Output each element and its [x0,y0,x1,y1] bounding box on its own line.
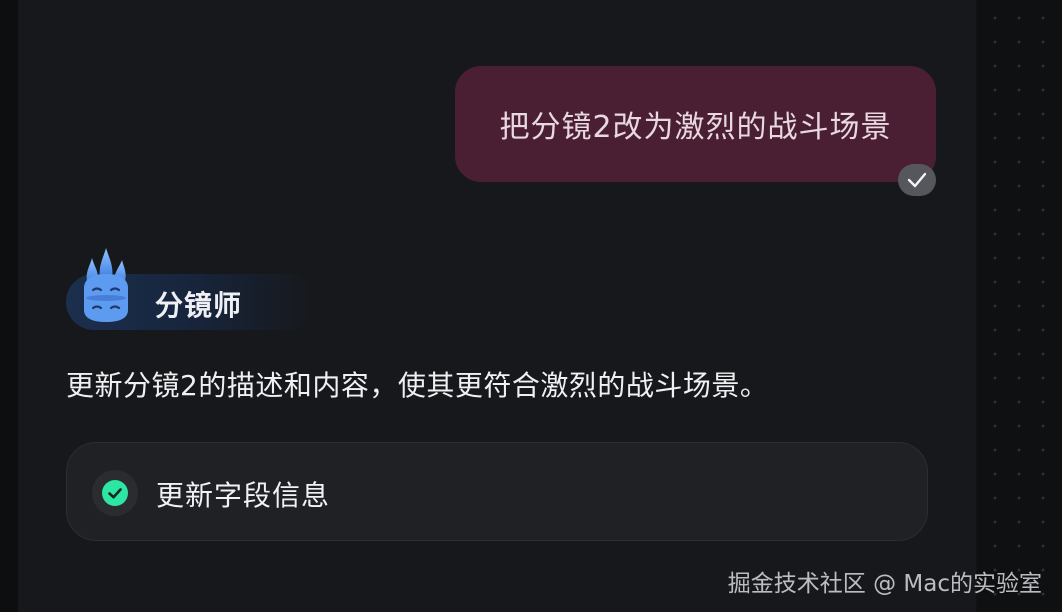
chat-screen: 把分镜2改为激烈的战斗场景 分镜师 更新分镜2的描述和内容，使其更符合激烈的战斗… [0,0,1062,612]
agent-name: 分镜师 [155,289,243,322]
tool-status-indicator [92,470,138,516]
left-edge-strip [0,0,18,612]
user-message-text: 把分镜2改为激烈的战斗场景 [499,110,892,145]
check-circle-icon [102,480,128,506]
read-receipt-check-icon [898,164,936,196]
watermark: 掘金技术社区 @ Mac的实验室 [727,571,1042,597]
user-message-bubble[interactable]: 把分镜2改为激烈的战斗场景 [455,66,936,182]
agent-reply-text: 更新分镜2的描述和内容，使其更符合激烈的战斗场景。 [66,369,769,402]
tool-call-label: 更新字段信息 [156,479,331,512]
dotted-side-rail [977,0,1062,612]
blue-flame-mascot-icon [74,244,138,326]
